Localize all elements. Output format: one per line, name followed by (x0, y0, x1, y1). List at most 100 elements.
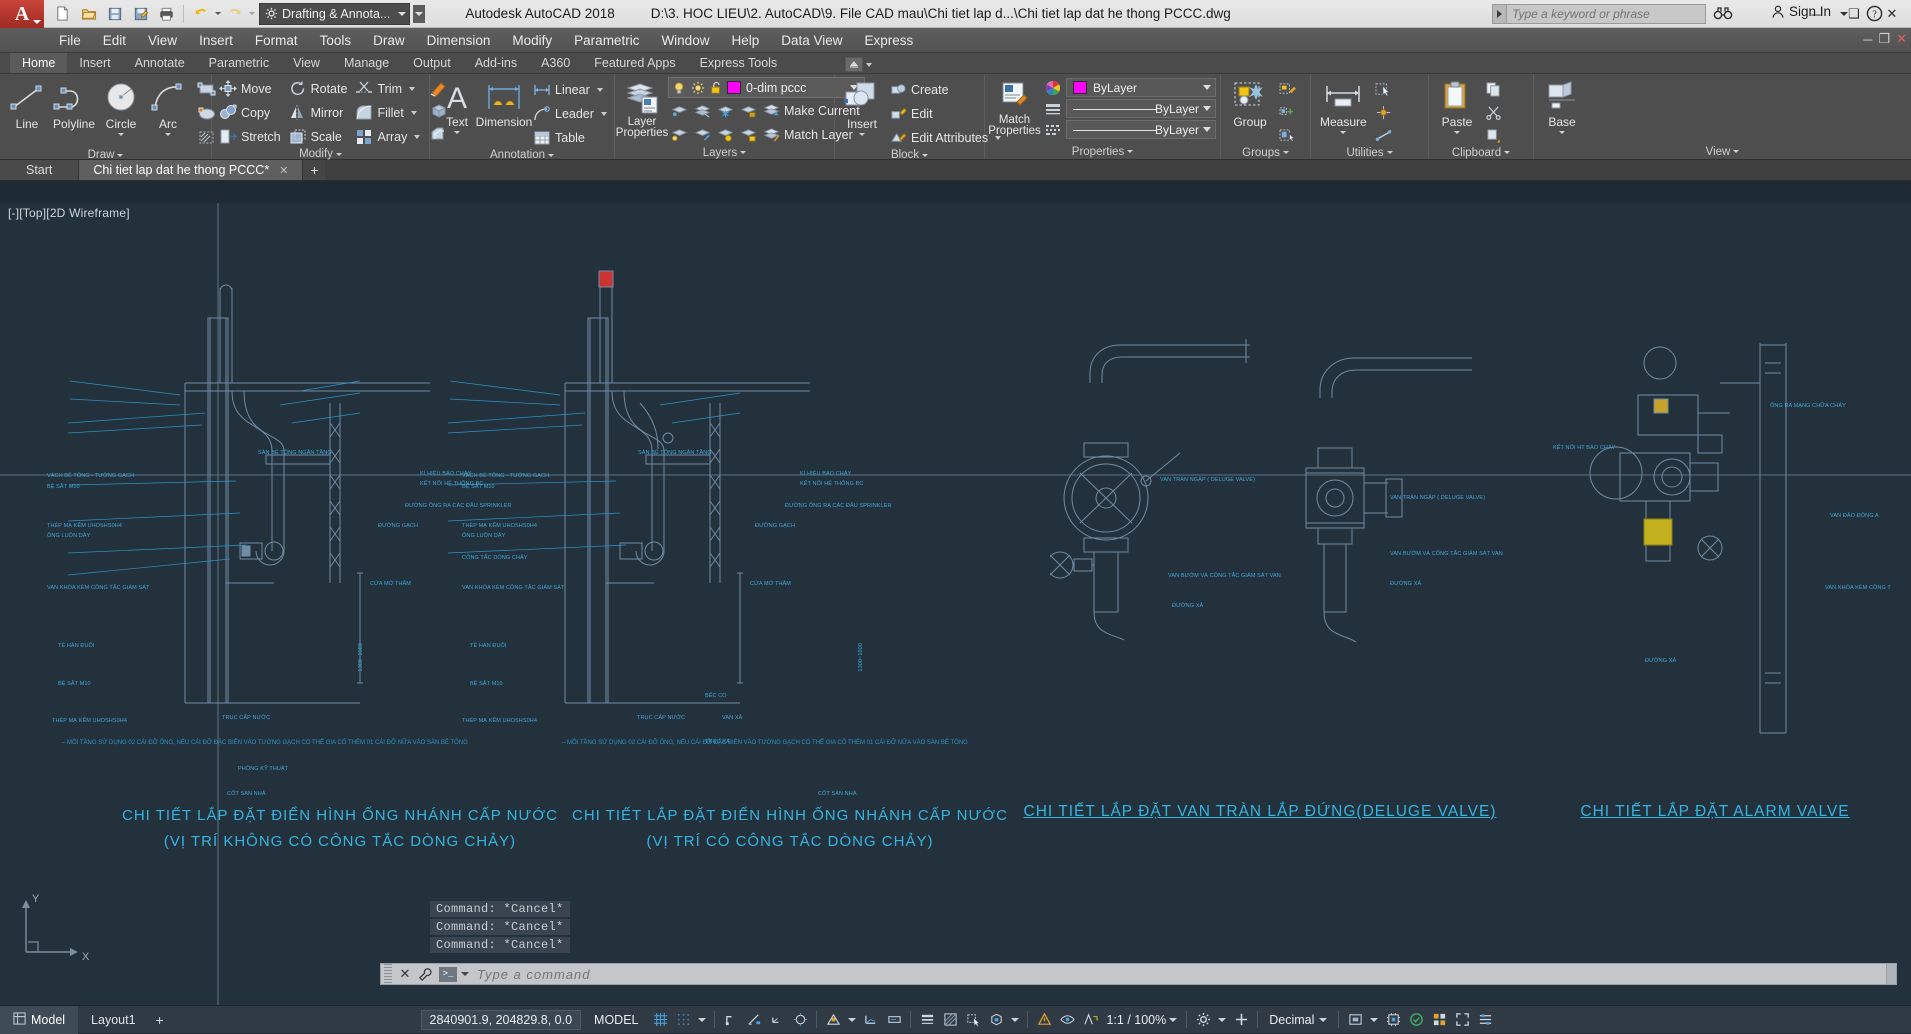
layer-unlock-button[interactable] (737, 124, 759, 146)
tab-featured-apps[interactable]: Featured Apps (582, 53, 687, 73)
ortho-mode-icon[interactable] (720, 1008, 742, 1032)
layer-thaw-button[interactable] (714, 124, 736, 146)
chevron-down-icon[interactable] (1203, 106, 1211, 111)
id-point-button[interactable] (1373, 101, 1395, 123)
layer-color-swatch[interactable] (727, 81, 741, 94)
model-space-button[interactable]: MODEL (587, 1010, 645, 1030)
fillet-button[interactable]: Fillet (352, 101, 425, 124)
command-input[interactable] (469, 967, 1886, 982)
undo-icon[interactable] (188, 2, 213, 26)
chevron-down-icon[interactable] (1454, 131, 1460, 134)
isolate-objects-icon[interactable] (1344, 1008, 1366, 1032)
menu-format[interactable]: Format (244, 28, 309, 53)
chevron-down-icon[interactable] (922, 154, 928, 157)
tab-express-tools[interactable]: Express Tools (688, 53, 790, 73)
search-expand-icon[interactable] (1492, 4, 1506, 24)
plot-icon[interactable] (154, 2, 179, 26)
object-color-combo[interactable]: ByLayer (1066, 78, 1216, 97)
scale-button[interactable]: Scale (286, 125, 353, 148)
menu-view[interactable]: View (137, 28, 188, 53)
chevron-down-icon[interactable] (740, 151, 746, 154)
full-screen-icon[interactable] (1451, 1008, 1473, 1032)
units-control[interactable]: Decimal (1263, 1013, 1333, 1027)
dimension-button[interactable]: Dimension (481, 77, 527, 132)
linetype-combo[interactable]: ByLayer (1066, 120, 1216, 139)
3d-object-snap-icon[interactable] (985, 1008, 1007, 1032)
menu-draw[interactable]: Draw (362, 28, 416, 53)
file-tab-start[interactable]: Start (0, 160, 79, 180)
command-scrollbar[interactable] (1886, 964, 1896, 984)
doc-close-icon[interactable]: ✕ (1896, 31, 1907, 47)
chevron-down-icon[interactable] (454, 131, 460, 134)
annotation-scale-control[interactable]: 1:1 / 100% (1102, 1013, 1181, 1027)
linetype-icon[interactable] (1045, 122, 1061, 138)
drawing-canvas[interactable]: [-][Top][2D Wireframe] (0, 203, 1911, 1005)
grid-display-icon[interactable] (649, 1008, 671, 1032)
redo-icon[interactable] (222, 2, 247, 26)
rotate-button[interactable]: Rotate (286, 77, 353, 100)
chevron-down-icon[interactable] (1559, 131, 1565, 134)
menu-parametric[interactable]: Parametric (563, 28, 650, 53)
trim-button[interactable]: Trim (352, 77, 425, 100)
chevron-down-icon[interactable] (1504, 151, 1510, 154)
osnap-dropdown-icon[interactable] (845, 1008, 859, 1032)
polar-tracking-icon[interactable] (743, 1008, 765, 1032)
chevron-down-icon[interactable] (859, 133, 865, 136)
group-button[interactable]: Group (1225, 77, 1275, 132)
layer-lock-button[interactable] (737, 100, 759, 122)
layout1-tab[interactable]: Layout1 (78, 1006, 148, 1034)
selection-cycling-icon[interactable] (962, 1008, 984, 1032)
menu-dimension[interactable]: Dimension (416, 28, 502, 53)
layer-isolate-button[interactable] (668, 100, 690, 122)
application-menu-button[interactable]: A (0, 0, 44, 28)
copy-button[interactable]: Copy (216, 101, 286, 124)
chevron-down-icon[interactable] (336, 153, 342, 156)
layer-on-button[interactable] (668, 124, 690, 146)
3d-osnap-dropdown-icon[interactable] (1008, 1008, 1022, 1032)
annotation-visibility-icon[interactable] (1056, 1008, 1078, 1032)
doc-restore-icon[interactable]: ❐ (1878, 31, 1890, 47)
dynamic-input-icon[interactable] (883, 1008, 905, 1032)
transparency-icon[interactable] (939, 1008, 961, 1032)
tab-annotate[interactable]: Annotate (123, 53, 197, 73)
chevron-down-icon[interactable] (117, 154, 123, 157)
redo-dropdown-icon[interactable] (249, 12, 255, 15)
infocenter-icon[interactable] (1713, 5, 1733, 24)
save-icon[interactable] (102, 2, 127, 26)
new-icon[interactable] (50, 2, 75, 26)
snap-dropdown-icon[interactable] (695, 1008, 709, 1032)
menu-file[interactable]: File (48, 28, 92, 53)
layer-freeze-button[interactable] (714, 100, 736, 122)
menu-window[interactable]: Window (650, 28, 720, 53)
stretch-button[interactable]: Stretch (216, 125, 286, 148)
chevron-down-icon[interactable] (1127, 150, 1133, 153)
dynamic-ucs-icon[interactable] (860, 1008, 882, 1032)
base-view-button[interactable]: Base (1538, 77, 1586, 137)
chevron-down-icon[interactable] (601, 112, 607, 116)
menu-edit[interactable]: Edit (92, 28, 137, 53)
menu-express[interactable]: Express (854, 28, 925, 53)
array-button[interactable]: Array (352, 125, 425, 148)
chevron-down-icon[interactable] (461, 972, 469, 976)
lineweight-combo[interactable]: ByLayer (1066, 99, 1216, 118)
lineweight-icon[interactable] (916, 1008, 938, 1032)
new-tab-button[interactable]: + (303, 160, 325, 180)
linear-button[interactable]: Linear (530, 78, 612, 101)
object-snap-icon[interactable] (822, 1008, 844, 1032)
chevron-down-icon[interactable] (409, 87, 415, 91)
customization-icon[interactable] (1474, 1008, 1496, 1032)
command-line-grip[interactable] (384, 964, 392, 984)
close-icon[interactable]: ✕ (395, 964, 415, 984)
maximize-button[interactable]: ❑ (1835, 0, 1873, 28)
menu-tools[interactable]: Tools (309, 28, 363, 53)
measure-button[interactable]: Measure (1315, 77, 1372, 137)
close-button[interactable]: ✕ (1873, 0, 1911, 28)
tab-parametric[interactable]: Parametric (197, 53, 281, 73)
hardware-accel-icon[interactable] (1382, 1008, 1404, 1032)
chevron-down-icon[interactable] (1387, 151, 1393, 154)
menu-help[interactable]: Help (720, 28, 770, 53)
chevron-down-icon[interactable] (866, 63, 872, 67)
circle-button[interactable]: Circle (98, 77, 144, 139)
annotation-scale-list-icon[interactable] (1428, 1008, 1450, 1032)
add-tool-icon[interactable] (1230, 1008, 1252, 1032)
